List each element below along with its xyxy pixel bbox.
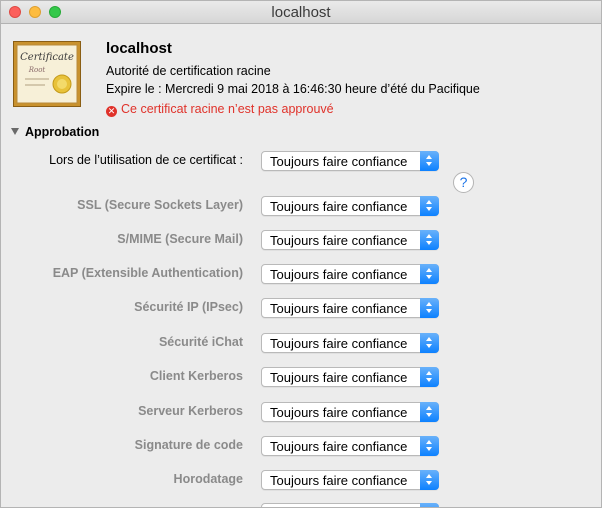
trust-row-popup-partial[interactable] xyxy=(261,503,439,507)
title-bar: localhost xyxy=(1,1,601,24)
trust-row-popup[interactable]: Toujours faire confiance xyxy=(261,470,439,490)
trust-row-popup[interactable]: Toujours faire confiance xyxy=(261,230,439,250)
popup-arrows-icon xyxy=(420,436,439,456)
popup-arrows-icon xyxy=(420,264,439,284)
trust-row-label: Signature de code xyxy=(134,438,243,452)
trust-row-popup[interactable]: Toujours faire confiance xyxy=(261,436,439,456)
disclosure-triangle-icon xyxy=(11,128,19,135)
help-button[interactable]: ? xyxy=(453,172,474,193)
popup-arrows-icon xyxy=(420,196,439,216)
popup-value: Toujours faire confiance xyxy=(270,154,408,169)
popup-value: Toujours faire confiance xyxy=(270,473,408,488)
main-trust-label: Lors de l’utilisation de ce certificat : xyxy=(49,153,243,167)
main-trust-popup[interactable]: Toujours faire confiance xyxy=(261,151,439,171)
popup-value: Toujours faire confiance xyxy=(270,405,408,420)
popup-arrows-icon xyxy=(420,151,439,171)
popup-arrows-icon xyxy=(420,503,439,507)
trust-status-text: Ce certificat racine n’est pas approuvé xyxy=(121,102,334,116)
popup-arrows-icon xyxy=(420,402,439,422)
trust-row-label: Horodatage xyxy=(173,472,243,486)
trust-section-title: Approbation xyxy=(25,125,100,139)
popup-value: Toujours faire confiance xyxy=(270,336,408,351)
trust-row-popup[interactable]: Toujours faire confiance xyxy=(261,298,439,318)
trust-row-label: SSL (Secure Sockets Layer) xyxy=(77,198,243,212)
error-icon: ✕ xyxy=(106,106,117,117)
popup-value: Toujours faire confiance xyxy=(270,439,408,454)
certificate-icon-title: Certificate xyxy=(20,52,74,63)
trust-row-popup[interactable]: Toujours faire confiance xyxy=(261,402,439,422)
certificate-icon-subtitle: Root xyxy=(28,66,46,74)
popup-arrows-icon xyxy=(420,367,439,387)
certificate-window: localhost Certificate Root localhost Aut… xyxy=(0,0,602,508)
trust-row-label: Sécurité iChat xyxy=(158,335,243,349)
popup-value: Toujours faire confiance xyxy=(270,370,408,385)
trust-row-label: Sécurité IP (IPsec) xyxy=(134,300,243,314)
certificate-expiry: Expire le : Mercredi 9 mai 2018 à 16:46:… xyxy=(106,82,480,96)
trust-row-popup[interactable]: Toujours faire confiance xyxy=(261,367,439,387)
trust-row-label: EAP (Extensible Authentication) xyxy=(52,266,243,280)
certificate-name: localhost xyxy=(106,40,172,57)
trust-row-label: Client Kerberos xyxy=(149,369,243,383)
popup-value: Toujours faire confiance xyxy=(270,233,408,248)
trust-row-popup[interactable]: Toujours faire confiance xyxy=(261,196,439,216)
popup-arrows-icon xyxy=(420,230,439,250)
window-title: localhost xyxy=(271,4,331,21)
popup-value: Toujours faire confiance xyxy=(270,301,408,316)
trust-section-toggle[interactable]: Approbation xyxy=(11,125,99,139)
popup-value: Toujours faire confiance xyxy=(270,199,408,214)
trust-row-popup[interactable]: Toujours faire confiance xyxy=(261,264,439,284)
popup-arrows-icon xyxy=(420,298,439,318)
trust-status: ✕ Ce certificat racine n’est pas approuvé xyxy=(106,102,334,117)
popup-value: Toujours faire confiance xyxy=(270,267,408,282)
certificate-details: Certificate Root localhost Autorité de c… xyxy=(1,24,601,507)
trust-row-label: S/MIME (Secure Mail) xyxy=(117,232,243,246)
certificate-icon: Certificate Root xyxy=(13,41,81,107)
trust-row-label: Serveur Kerberos xyxy=(138,404,243,418)
popup-arrows-icon xyxy=(420,470,439,490)
trust-row-popup[interactable]: Toujours faire confiance xyxy=(261,333,439,353)
popup-arrows-icon xyxy=(420,333,439,353)
certificate-kind: Autorité de certification racine xyxy=(106,64,271,78)
